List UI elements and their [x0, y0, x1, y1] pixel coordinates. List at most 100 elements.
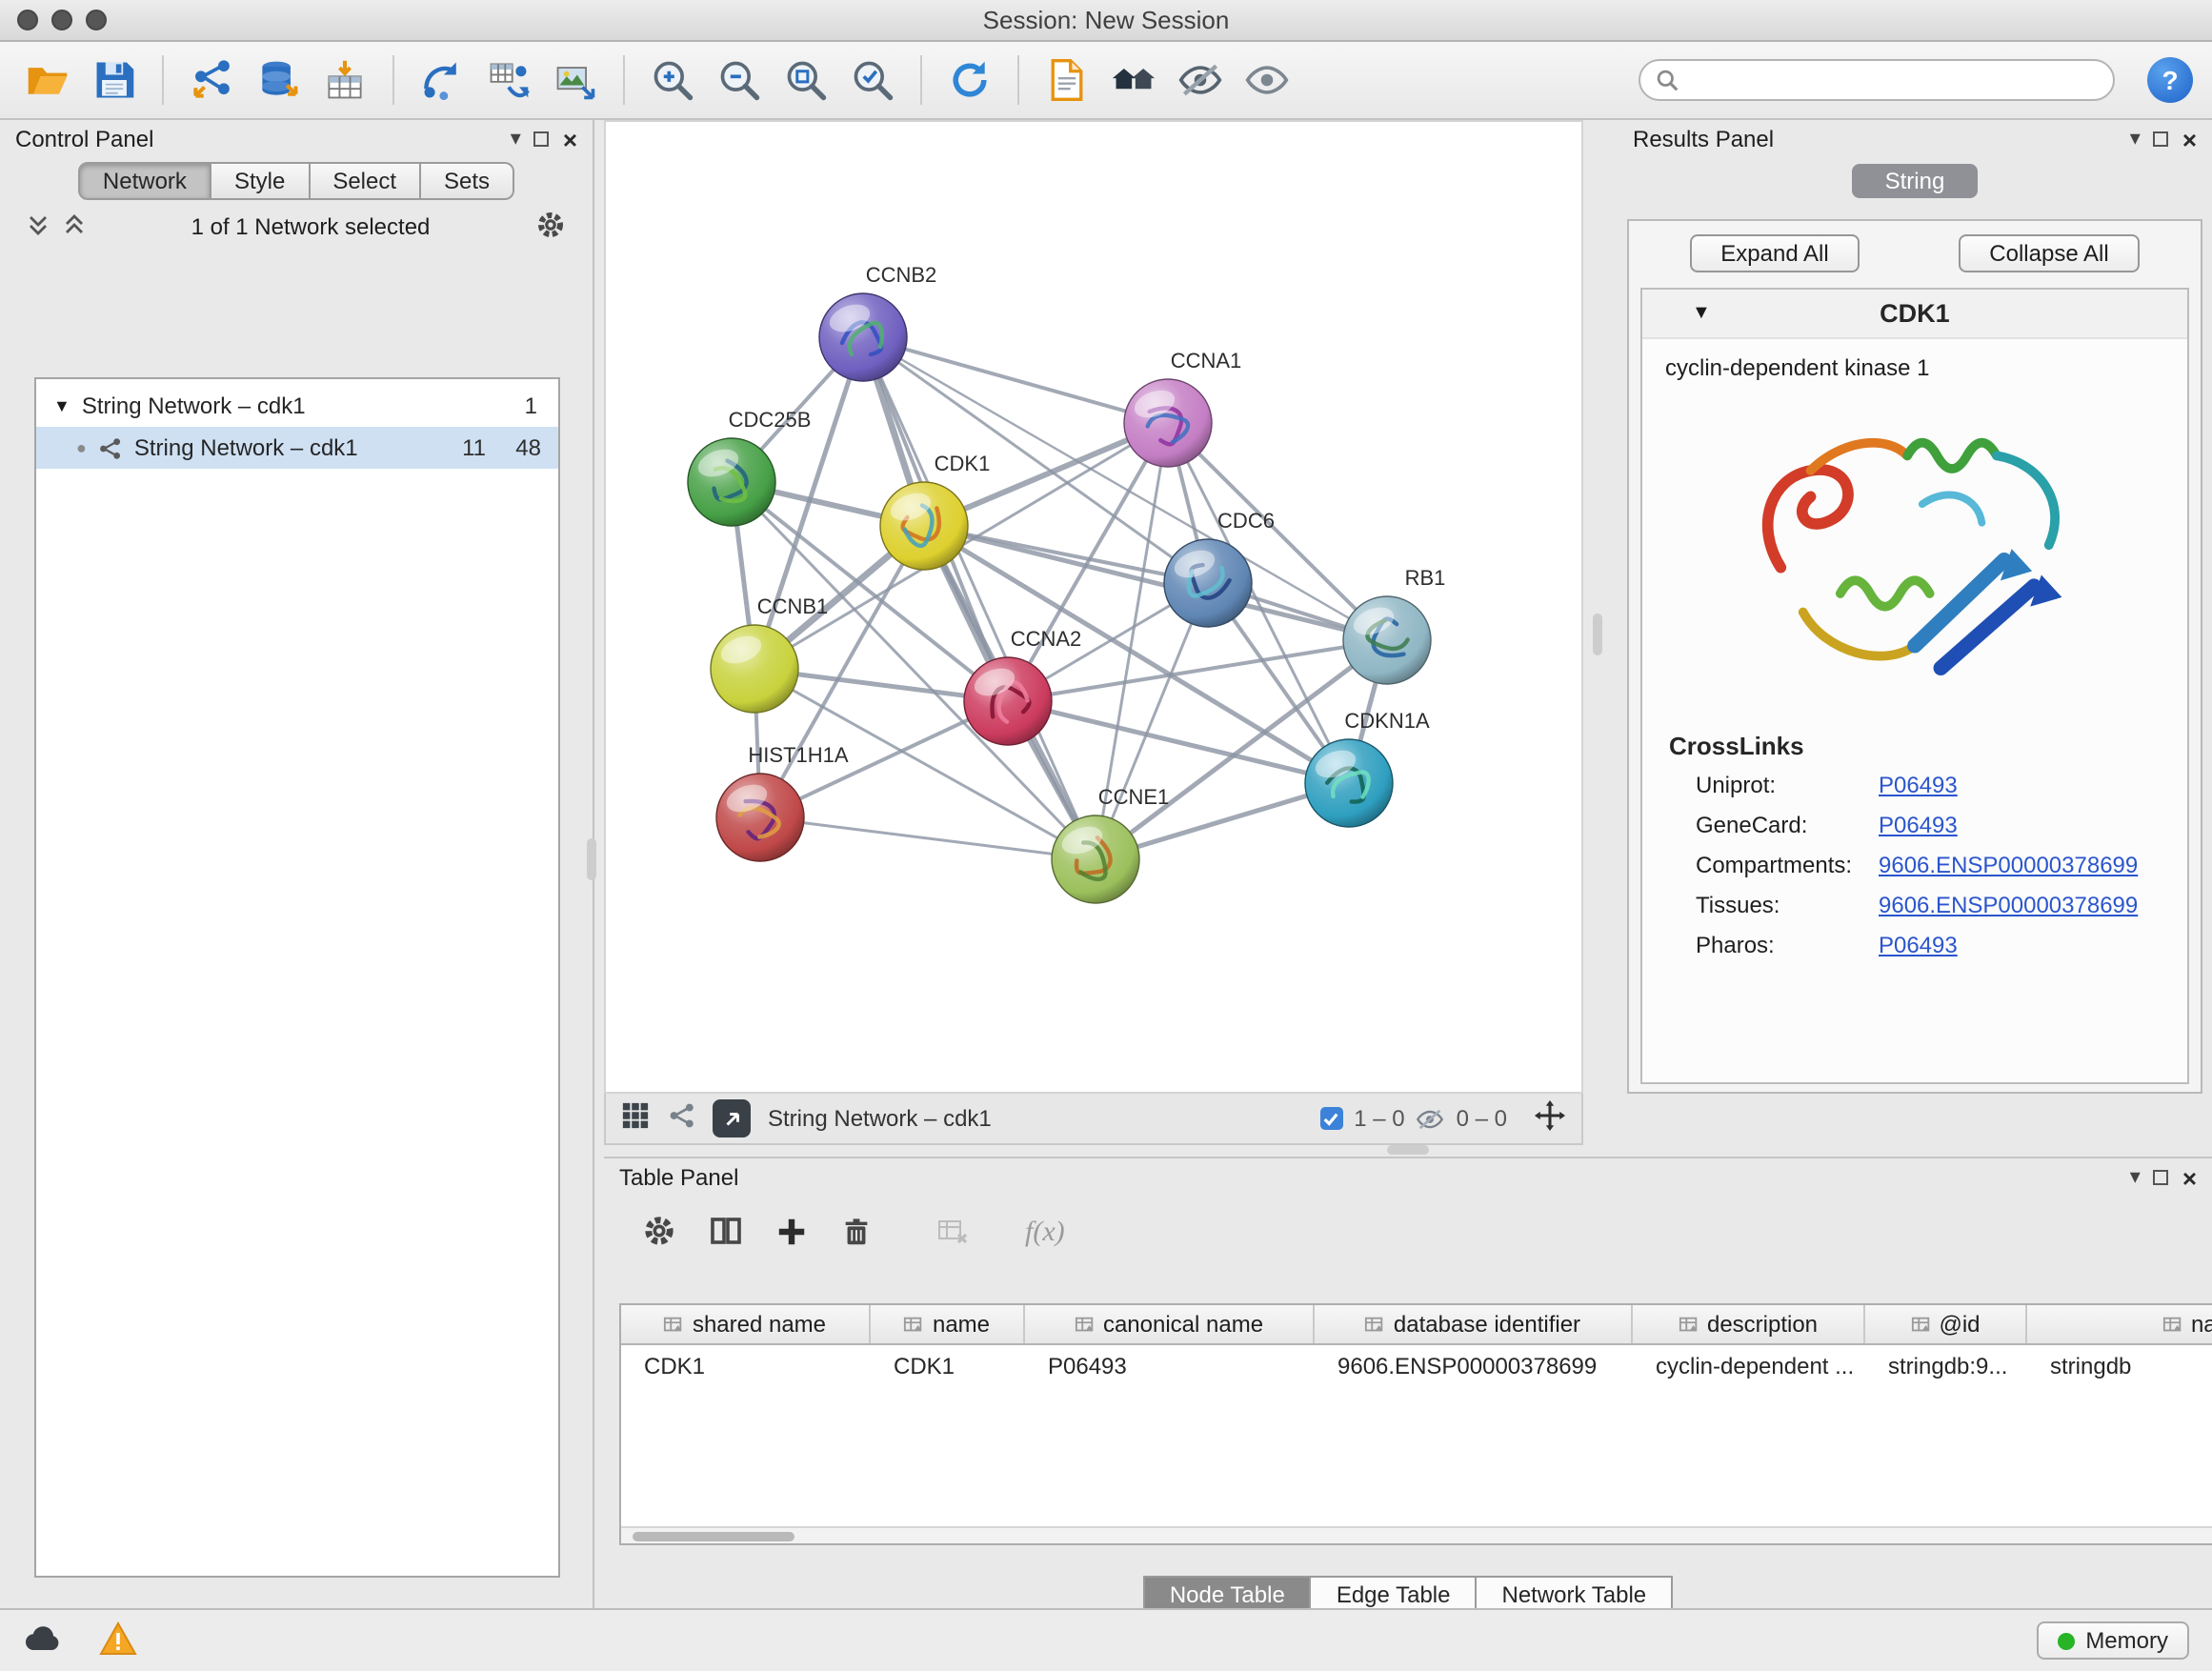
scrollbar-thumb[interactable] [633, 1531, 794, 1541]
collapse-results-panel-icon[interactable]: ▾ [2130, 129, 2141, 150]
edge-HIST1H1A-CCNE1[interactable] [760, 817, 1096, 859]
network-options-button[interactable] [535, 209, 566, 245]
show-columns-button[interactable] [709, 1214, 743, 1254]
column-header-namespace[interactable]: namespace [2027, 1305, 2212, 1343]
new-network-button[interactable] [413, 51, 471, 109]
zoom-fit-button[interactable] [777, 51, 835, 109]
add-column-button[interactable] [775, 1215, 808, 1253]
zoom-in-button[interactable] [644, 51, 701, 109]
node-RB1[interactable] [1343, 596, 1431, 684]
network-canvas[interactable]: CCNB2CCNA1CDC25BCDK1CDC6RB1CCNB1CCNA2CDK… [604, 120, 1583, 1094]
search-input[interactable] [1688, 65, 2098, 95]
export-image-button[interactable] [547, 51, 604, 109]
collapse-tree-button[interactable] [63, 212, 86, 241]
node-CDC25B[interactable] [688, 438, 775, 526]
column-header-name[interactable]: name [871, 1305, 1025, 1343]
network-from-table-button[interactable] [480, 51, 537, 109]
window-minimize-button[interactable] [51, 10, 72, 30]
cell-description[interactable]: cyclin-dependent ... [1633, 1352, 1865, 1379]
tree-expanded-icon[interactable]: ▼ [53, 396, 70, 415]
string-app-button[interactable] [667, 1101, 695, 1136]
close-table-panel-icon[interactable]: × [2182, 1165, 2197, 1190]
edge-CDK1-RB1[interactable] [924, 526, 1387, 640]
window-zoom-button[interactable] [86, 10, 107, 30]
left-splitter-handle[interactable] [587, 838, 596, 880]
save-session-button[interactable] [86, 51, 143, 109]
home-button[interactable] [1105, 51, 1162, 109]
float-control-panel-icon[interactable] [534, 131, 550, 147]
table-settings-button[interactable] [642, 1214, 676, 1254]
column-header-id[interactable]: @id [1865, 1305, 2027, 1343]
apply-layout-button[interactable] [941, 51, 998, 109]
node-HIST1H1A[interactable] [716, 774, 804, 861]
network-graph[interactable]: CCNB2CCNA1CDC25BCDK1CDC6RB1CCNB1CCNA2CDK… [606, 122, 1581, 1092]
cell-database-identifier[interactable]: 9606.ENSP00000378699 [1315, 1352, 1633, 1379]
node-CDKN1A[interactable] [1305, 739, 1393, 827]
crosslink-uniprot-link[interactable]: P06493 [1879, 771, 1958, 797]
open-external-button[interactable] [713, 1099, 751, 1137]
column-header-canonical-name[interactable]: canonical name [1025, 1305, 1315, 1343]
document-icon [1044, 57, 1090, 103]
node-CDK1[interactable] [880, 482, 968, 570]
bottom-splitter-handle[interactable] [1387, 1145, 1429, 1155]
edge-CCNB2-CCNA1[interactable] [863, 337, 1168, 423]
close-control-panel-icon[interactable]: × [563, 127, 577, 151]
selected-nodes-checkbox[interactable] [1319, 1107, 1342, 1130]
column-header-database-identifier[interactable]: database identifier [1315, 1305, 1633, 1343]
delete-column-button[interactable] [840, 1215, 873, 1253]
crosslink-pharos-link[interactable]: P06493 [1879, 931, 1958, 957]
network-collection-row[interactable]: ▼ String Network – cdk1 1 [36, 385, 558, 427]
node-CCNA2[interactable] [964, 657, 1052, 745]
node-CCNB2[interactable] [819, 293, 907, 381]
birdseye-view-button[interactable] [621, 1101, 650, 1136]
node-CCNB1[interactable] [711, 625, 798, 713]
network-row[interactable]: ● String Network – cdk1 11 48 [36, 427, 558, 469]
tab-sets[interactable]: Sets [421, 162, 514, 200]
node-CCNA1[interactable] [1124, 379, 1212, 467]
tab-style[interactable]: Style [211, 162, 310, 200]
cloud-button[interactable] [23, 1622, 65, 1659]
expand-all-button[interactable]: Expand All [1690, 234, 1859, 272]
collapse-all-button[interactable]: Collapse All [1959, 234, 2139, 272]
horizontal-scrollbar[interactable] [621, 1526, 2212, 1543]
import-table-button[interactable] [316, 51, 373, 109]
collapse-gene-section-icon[interactable]: ▼ [1692, 303, 1711, 324]
crosslink-genecard-link[interactable]: P06493 [1879, 811, 1958, 837]
annotation-document-button[interactable] [1038, 51, 1096, 109]
tab-network[interactable]: Network [78, 162, 211, 200]
cell-shared-name[interactable]: CDK1 [621, 1352, 871, 1379]
crosslink-tissues-link[interactable]: 9606.ENSP00000378699 [1879, 891, 2138, 917]
warning-button[interactable] [99, 1621, 137, 1661]
node-CDC6[interactable] [1164, 539, 1252, 627]
collapse-control-panel-icon[interactable]: ▾ [511, 129, 521, 150]
zoom-selected-button[interactable] [844, 51, 901, 109]
tab-select[interactable]: Select [310, 162, 421, 200]
node-CCNE1[interactable] [1052, 815, 1139, 903]
function-builder-button[interactable]: f(x) [1025, 1218, 1065, 1250]
expand-tree-button[interactable] [27, 212, 50, 241]
cell-name[interactable]: CDK1 [871, 1352, 1025, 1379]
pan-crosshair-button[interactable] [1534, 1099, 1566, 1137]
memory-button[interactable]: Memory [2036, 1621, 2189, 1660]
open-session-button[interactable] [19, 51, 76, 109]
tab-string[interactable]: String [1852, 164, 1978, 198]
close-results-panel-icon[interactable]: × [2182, 127, 2197, 151]
collapse-table-panel-icon[interactable]: ▾ [2130, 1167, 2141, 1188]
float-results-panel-icon[interactable] [2154, 131, 2169, 147]
import-network-database-button[interactable] [250, 51, 307, 109]
help-button[interactable]: ? [2147, 57, 2193, 103]
toggle-glass-effect-button[interactable] [1238, 51, 1296, 109]
float-table-panel-icon[interactable] [2154, 1170, 2169, 1185]
edge-CCNB2-CCNE1[interactable] [863, 337, 1096, 859]
toggle-structure-images-button[interactable] [1172, 51, 1229, 109]
column-header-description[interactable]: description [1633, 1305, 1865, 1343]
window-close-button[interactable] [17, 10, 38, 30]
crosslink-compartments-link[interactable]: 9606.ENSP00000378699 [1879, 851, 2138, 877]
right-splitter-handle[interactable] [1593, 614, 1602, 655]
zoom-out-button[interactable] [711, 51, 768, 109]
cell-id[interactable]: stringdb:9... [1865, 1352, 2027, 1379]
cell-canonical-name[interactable]: P06493 [1025, 1352, 1315, 1379]
cell-namespace[interactable]: stringdb [2027, 1352, 2212, 1379]
import-network-file-button[interactable] [183, 51, 240, 109]
column-header-shared-name[interactable]: shared name [621, 1305, 871, 1343]
